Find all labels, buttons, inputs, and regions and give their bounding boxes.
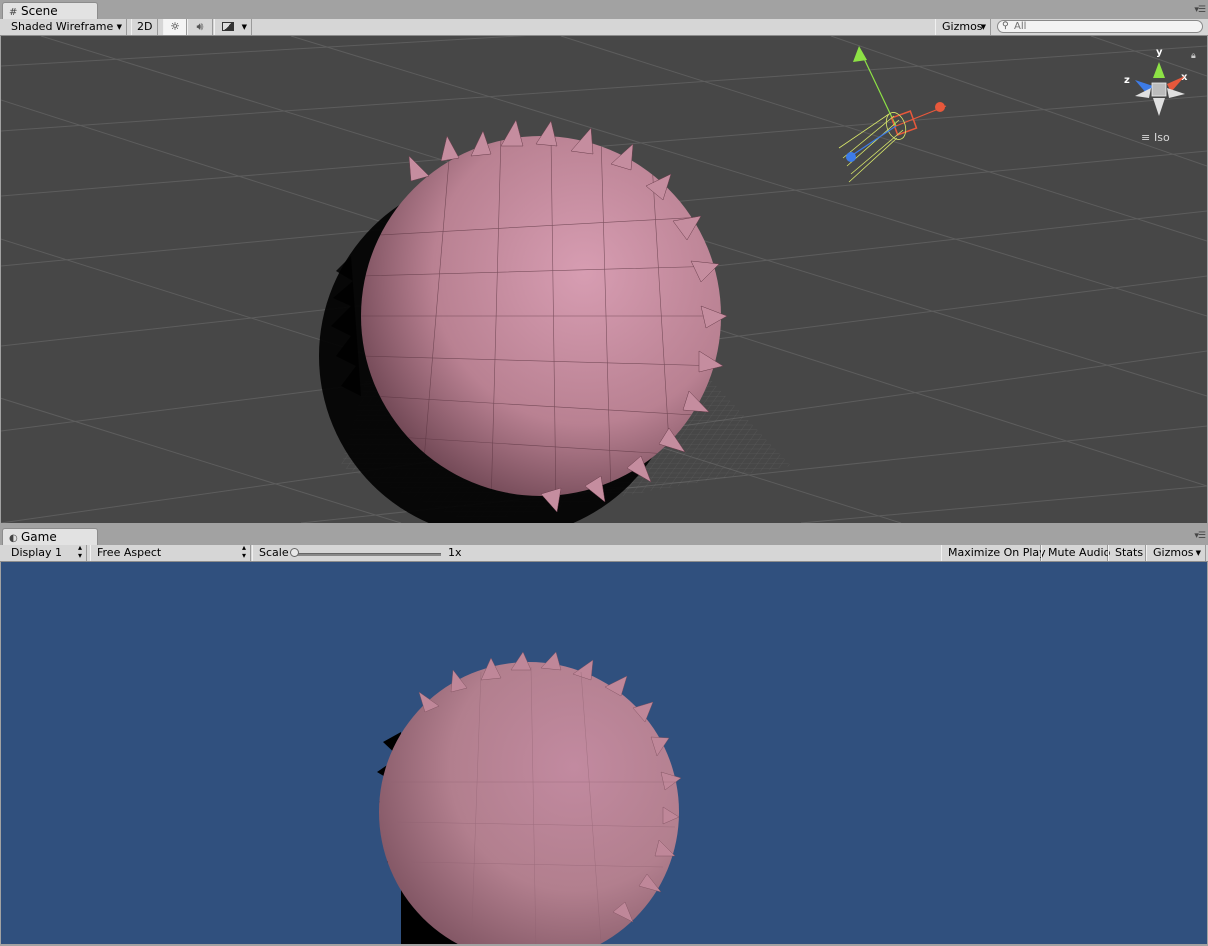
scene-search-input[interactable]: ⚲ All <box>997 20 1203 33</box>
chevron-down-icon: ▼ <box>241 23 247 31</box>
chevron-down-icon: ▼ <box>1195 549 1201 557</box>
audio-toggle-button[interactable]: 🔊︎ <box>187 19 213 35</box>
game-viewport[interactable] <box>1 562 1207 944</box>
maximize-on-play-label: Maximize On Play <box>948 546 1046 559</box>
scene-viewport[interactable]: y x z 🔒︎ ≡ Iso <box>1 36 1207 523</box>
game-spiky-sphere <box>377 651 682 944</box>
up-down-icon: ▴ ▾ <box>241 543 246 560</box>
gizmos-label: Gizmos <box>942 20 983 33</box>
image-icon <box>222 22 234 31</box>
effects-dropdown[interactable]: ▼ <box>214 19 252 35</box>
game-gizmos-label: Gizmos <box>1153 546 1194 559</box>
2d-label: 2D <box>137 20 153 33</box>
scale-slider-thumb[interactable] <box>290 548 299 557</box>
projection-label: Iso <box>1154 131 1170 144</box>
scale-slider-track[interactable] <box>293 553 441 556</box>
draw-mode-dropdown[interactable]: Shaded Wireframe ▼ <box>4 19 127 35</box>
panel-menu-icon[interactable]: ▾☰ <box>1194 5 1206 15</box>
tab-game[interactable]: ◐ Game <box>2 528 98 545</box>
scale-label: Scale <box>259 546 289 559</box>
game-tab-bar: ◐ Game ▾☰ <box>0 526 1208 546</box>
speaker-icon: 🔊︎ <box>196 20 204 33</box>
directional-light-gizmo <box>838 46 947 183</box>
gizmo-z-label: z <box>1124 75 1130 86</box>
game-gizmos-dropdown[interactable]: Gizmos ▼ <box>1146 545 1206 561</box>
scene-tab-bar: # Scene ▾☰ <box>0 0 1208 20</box>
chevron-down-icon: ▼ <box>116 23 122 31</box>
aspect-dropdown[interactable]: Free Aspect ▴ ▾ <box>90 543 251 561</box>
panel-menu-icon[interactable]: ▾☰ <box>1194 531 1206 541</box>
up-down-icon: ▴ ▾ <box>77 543 82 560</box>
maximize-on-play-toggle[interactable]: Maximize On Play <box>941 545 1046 561</box>
search-icon: ⚲ <box>1002 21 1009 31</box>
2d-toggle-button[interactable]: 2D <box>131 19 158 35</box>
projection-menu-icon: ≡ <box>1141 131 1150 144</box>
gizmos-dropdown[interactable]: Gizmos ▼ <box>935 19 991 35</box>
tab-scene[interactable]: # Scene <box>2 2 98 19</box>
tab-game-label: Game <box>21 530 57 544</box>
stats-toggle[interactable]: Stats <box>1108 545 1146 561</box>
tab-scene-label: Scene <box>21 4 58 18</box>
sun-icon: ☼ <box>170 20 180 33</box>
search-placeholder: All <box>1014 21 1027 32</box>
lighting-toggle-button[interactable]: ☼ <box>163 19 187 35</box>
aspect-label: Free Aspect <box>97 546 162 559</box>
chevron-down-icon: ▼ <box>980 23 986 31</box>
game-toolbar: Display 1 ▴ ▾ Free Aspect ▴ ▾ Scale 1x Max… <box>0 543 1208 562</box>
mute-audio-label: Mute Audio <box>1048 546 1111 559</box>
scene-view-canvas: y x z 🔒︎ ≡ Iso <box>1 36 1207 523</box>
gizmo-y-label: y <box>1156 47 1163 58</box>
scene-toolbar: Shaded Wireframe ▼ 2D ☼ 🔊︎ ▼ Gizmos ▼ ⚲ … <box>0 19 1208 36</box>
mute-audio-toggle[interactable]: Mute Audio <box>1041 545 1111 561</box>
draw-mode-label: Shaded Wireframe <box>11 20 114 33</box>
orientation-gizmo[interactable]: y x z 🔒︎ ≡ Iso <box>1124 47 1196 144</box>
display-label: Display 1 <box>11 546 63 559</box>
game-view-canvas <box>377 651 682 944</box>
stats-label: Stats <box>1115 546 1144 559</box>
scale-value: 1x <box>448 546 462 559</box>
lock-icon[interactable]: 🔒︎ <box>1191 51 1196 61</box>
display-dropdown[interactable]: Display 1 ▴ ▾ <box>4 543 87 561</box>
